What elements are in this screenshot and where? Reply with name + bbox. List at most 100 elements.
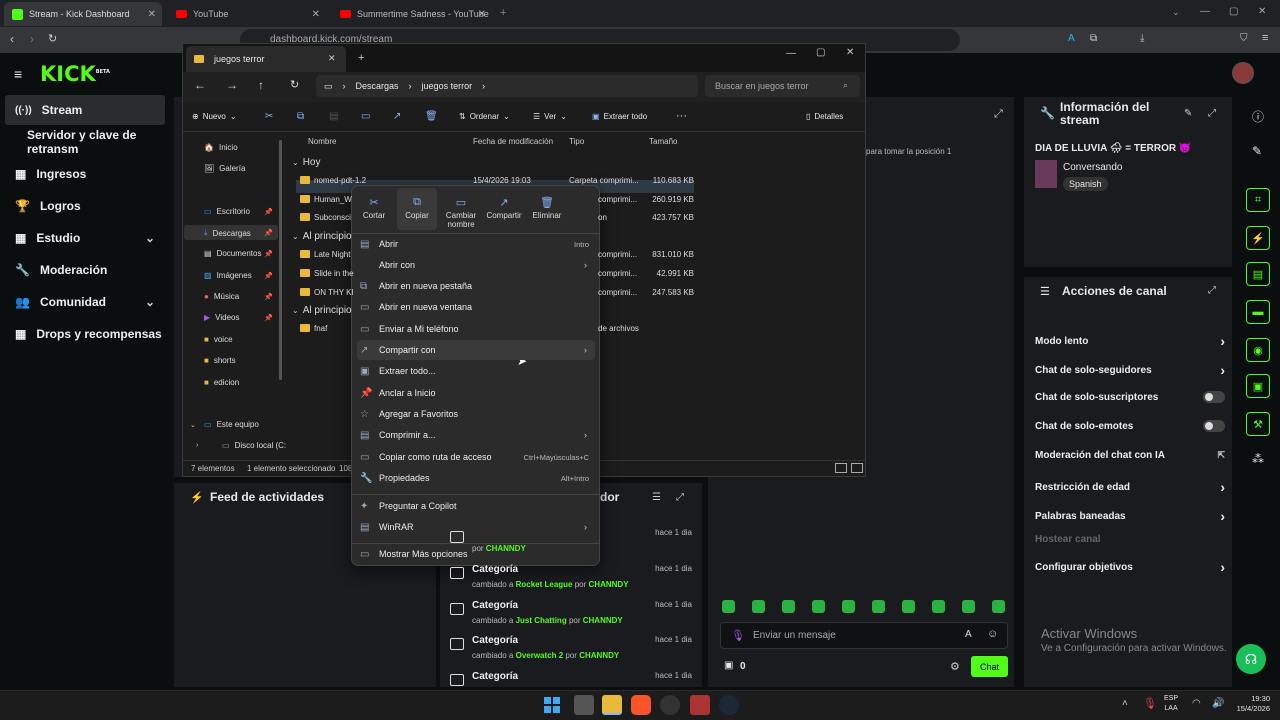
group-header[interactable]: ⌄ Hoy (292, 157, 321, 168)
shield-icon[interactable]: ⛉ (1240, 33, 1248, 44)
context-item-4[interactable]: ▭ Enviar a Mi teléfono (357, 319, 595, 339)
chevron-right-icon[interactable]: › (1220, 362, 1225, 378)
sidebar-item-ingresos[interactable]: ▦ Ingresos (5, 159, 165, 189)
new-button[interactable]: ⊕ Nuevo ⌄ (192, 112, 237, 121)
group-header[interactable]: ⌄ Al principio (292, 305, 352, 316)
context-quick-action-4[interactable]: 🗑 Eliminar (525, 196, 569, 220)
share-icon[interactable]: ↗ (393, 111, 401, 122)
nav-item-11[interactable]: ▭ Este equipo (204, 420, 259, 429)
chevron-down-icon[interactable]: ⌄ (1172, 7, 1180, 18)
maximize-icon[interactable]: ▢ (816, 47, 825, 58)
chat-input[interactable]: 🎙 Enviar un mensaje A ☺ (720, 622, 1008, 649)
context-item-7[interactable]: 📌 Anclar a Inicio (357, 383, 595, 403)
emote-icon[interactable] (992, 600, 1005, 613)
more-options-icon[interactable]: ··· (676, 110, 687, 122)
nav-item-9[interactable]: ■ shorts (204, 356, 236, 365)
chevron-down-icon[interactable]: ⌄ (190, 421, 196, 429)
minimize-icon[interactable]: — (1200, 6, 1210, 17)
trash-icon[interactable]: 🗑 (425, 111, 438, 122)
new-tab-icon[interactable]: + (358, 52, 364, 64)
tab-kick-dashboard[interactable]: Stream - Kick Dashboard ✕ (4, 2, 162, 26)
context-item-6[interactable]: ▣ Extraer todo... (357, 361, 595, 381)
translate-icon[interactable]: A (1068, 33, 1075, 44)
gear-icon[interactable]: ⚙ (950, 660, 960, 673)
info-icon[interactable]: ⓘ (1252, 108, 1264, 125)
back-arrow-icon[interactable]: ← (194, 78, 206, 92)
nav-item-5[interactable]: ▨ Imágenes 📌 (204, 271, 273, 280)
tiles-view-icon[interactable] (851, 463, 863, 473)
nav-item-8[interactable]: ■ voice (204, 335, 233, 344)
close-window-icon[interactable]: ✕ (846, 47, 854, 58)
kick-logo[interactable]: KICKBETA (40, 62, 110, 86)
details-button[interactable]: ▯ Detalles (806, 112, 843, 121)
explorer-tab[interactable]: juegos terror ✕ (186, 46, 346, 72)
chat-send-button[interactable]: Chat (971, 656, 1008, 677)
external-link-icon[interactable]: ⇱ (1217, 450, 1225, 461)
nav-item-7[interactable]: ▶ Videos 📌 (204, 313, 273, 322)
paste-icon[interactable]: ▤ (329, 111, 338, 122)
context-item-14[interactable]: ▭ Mostrar Más opciones (357, 544, 595, 564)
nav-item-2[interactable]: ▭ Escritorio 📌 (204, 207, 273, 216)
close-icon[interactable]: ✕ (312, 9, 320, 20)
close-window-icon[interactable]: ✕ (1258, 6, 1266, 17)
emote-icon[interactable] (872, 600, 885, 613)
nav-item-6[interactable]: ● Música 📌 (204, 292, 273, 301)
menu-icon[interactable]: ≡ (1262, 32, 1268, 44)
nav-item-4[interactable]: ▤ Documentos 📌 (204, 249, 273, 258)
context-quick-action-2[interactable]: ▭ Cambiar nombre (439, 196, 483, 229)
search-input[interactable]: Buscar en juegos terror ⌕ (705, 75, 860, 97)
microphone-icon[interactable]: 🎙 (731, 629, 745, 642)
breadcrumb[interactable]: ▭ › Descargas › juegos terror › (316, 75, 698, 97)
hamburger-menu-icon[interactable]: ≡ (14, 66, 22, 82)
reload-icon[interactable]: ↻ (48, 32, 57, 45)
channel-action-row[interactable]: Chat de solo-suscriptores (1035, 391, 1225, 403)
edit-icon[interactable]: ✎ (1184, 108, 1192, 119)
context-quick-action-1[interactable]: ⧉ Copiar (395, 196, 439, 220)
scissors-icon[interactable]: ✂ (265, 111, 273, 122)
forward-icon[interactable]: › (30, 32, 34, 46)
toggle-switch[interactable] (1203, 420, 1225, 432)
view-button[interactable]: ☰ Ver ⌄ (533, 112, 567, 121)
channel-action-row[interactable]: Moderación del chat con IA ⇱ (1035, 450, 1225, 461)
broadcast-icon[interactable]: ◉ (1246, 338, 1270, 362)
sort-button[interactable]: ⇅ Ordenar ⌄ (459, 112, 510, 121)
fullscreen-icon[interactable]: ⌗ (1246, 188, 1270, 212)
nav-item-12[interactable]: ▭ Disco local (C: (222, 441, 286, 450)
tab-youtube[interactable]: YouTube ✕ (168, 2, 326, 26)
table-row[interactable]: fnaf (300, 324, 327, 333)
column-header-type[interactable]: Tipo (569, 137, 584, 146)
sidebar-item-logros[interactable]: 🏆 Logros (5, 191, 165, 221)
emote-icon[interactable] (812, 600, 825, 613)
column-header-date[interactable]: Fecha de modificación (473, 137, 553, 146)
scrollbar[interactable] (279, 140, 282, 380)
context-quick-action-3[interactable]: ↗ Compartir (482, 196, 526, 220)
sidebar-item-estudio[interactable]: ▦ Estudio ⌄ (5, 223, 165, 253)
up-arrow-icon[interactable]: ↑ (258, 78, 264, 92)
avatar[interactable] (1232, 62, 1254, 84)
tab-summertime-sadness[interactable]: Summertime Sadness - YouTube ✕ (332, 2, 492, 26)
chevron-right-icon[interactable]: › (1220, 333, 1225, 349)
emote-icon[interactable] (752, 600, 765, 613)
popout-icon[interactable]: ⤢ (1208, 285, 1216, 296)
forward-arrow-icon[interactable]: → (226, 78, 238, 92)
channel-action-row[interactable]: Restricción de edad › (1035, 479, 1225, 495)
language-indicator[interactable]: ESP LAA (1164, 694, 1178, 714)
table-row[interactable]: Slide in the (300, 269, 354, 278)
details-view-icon[interactable] (835, 463, 847, 473)
nav-item-0[interactable]: 🏠 Inicio (204, 143, 238, 152)
context-item-13[interactable]: ▤ WinRAR › (357, 517, 595, 537)
sidebar-item-comunidad[interactable]: 👥 Comunidad ⌄ (5, 287, 165, 317)
emote-icon[interactable] (932, 600, 945, 613)
refresh-icon[interactable]: ↻ (290, 78, 299, 91)
channel-action-row[interactable]: Modo lento › (1035, 333, 1225, 349)
filter-icon[interactable]: ☰ (652, 492, 661, 503)
column-header-size[interactable]: Tamaño (649, 137, 677, 146)
chevron-right-icon[interactable]: › (196, 442, 198, 449)
context-item-0[interactable]: ▤ Abrir Intro (357, 234, 595, 254)
clock[interactable]: 19:30 15/4/2026 (1230, 694, 1270, 714)
close-icon[interactable]: ✕ (478, 9, 486, 20)
translate-icon[interactable]: A (965, 629, 972, 640)
nav-item-3[interactable]: ⤓ Descargas 📌 (204, 228, 273, 238)
store-icon[interactable]: ▣ (1246, 374, 1270, 398)
sidebar-item-server-key[interactable]: Servidor y clave de retransm (5, 127, 173, 157)
